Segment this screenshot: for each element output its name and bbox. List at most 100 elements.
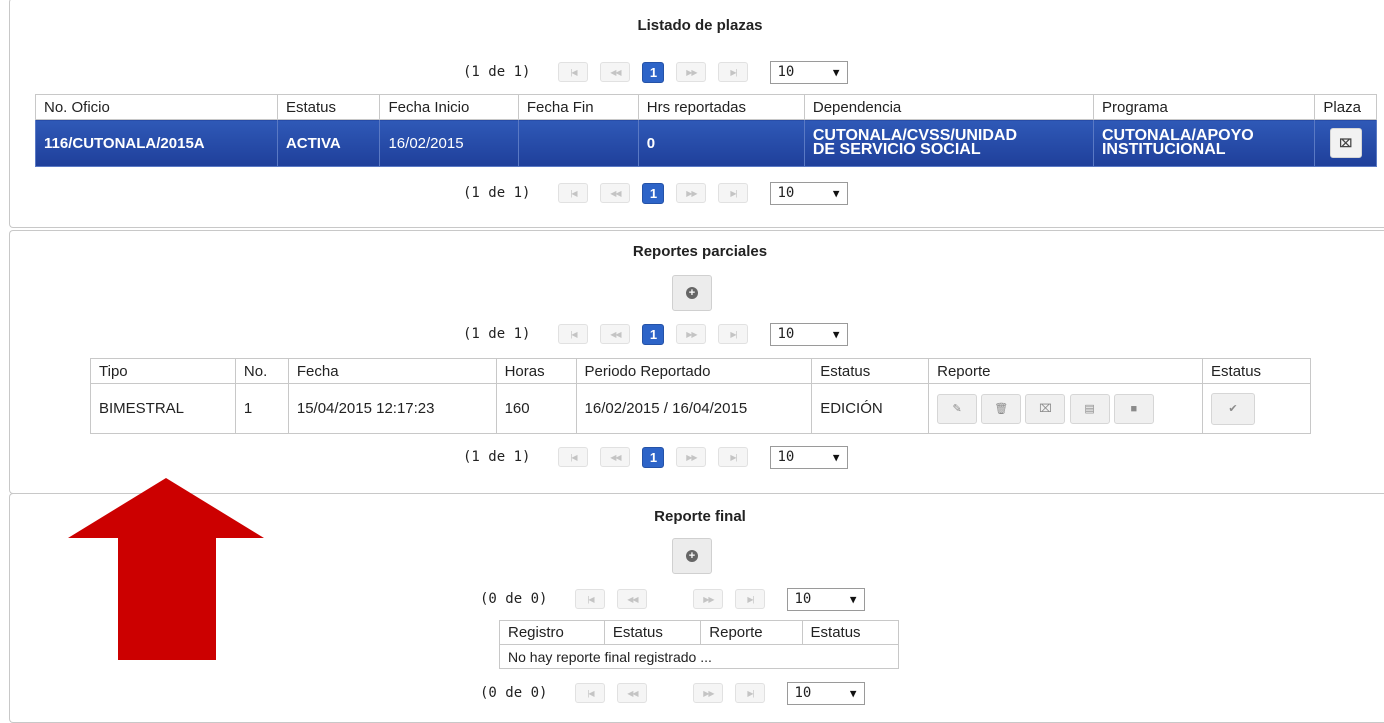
final-table: Registro Estatus Reporte Estatus No hay …: [499, 620, 900, 669]
chevron-down-icon: ▼: [832, 327, 840, 341]
final-paginator-top: (0 de 0) |◀ ◀◀ ▶▶ ▶| 10 ▼: [480, 587, 866, 611]
prev-page-button[interactable]: ◀◀: [600, 62, 631, 82]
add-final-button[interactable]: +: [672, 538, 712, 574]
cell-tipo: BIMESTRAL: [90, 383, 236, 434]
cell-no: 1: [234, 383, 289, 434]
rows-per-page-select[interactable]: 10 ▼: [787, 587, 866, 611]
col-fecha-fin[interactable]: Fecha Fin: [517, 94, 639, 120]
col-programa[interactable]: Programa: [1092, 94, 1316, 120]
check-icon: ✔: [1228, 403, 1238, 415]
floppy-icon: ■: [1130, 402, 1138, 415]
col-plaza[interactable]: Plaza: [1314, 94, 1377, 120]
page-count: (0 de 0): [480, 591, 548, 607]
view-report-button[interactable]: ⌧: [1025, 393, 1066, 424]
cell-estatus: EDICIÓN: [811, 383, 930, 434]
parciales-table: Tipo No. Fecha Horas Periodo Reportado E…: [90, 358, 1311, 434]
prev-page-button[interactable]: ◀◀: [617, 589, 648, 609]
comment-button[interactable]: ▤: [1069, 393, 1110, 424]
col-no[interactable]: No.: [234, 358, 289, 384]
ticket-icon: ⌧: [1039, 403, 1052, 415]
col-registro[interactable]: Registro: [499, 620, 605, 645]
page-count: (1 de 1): [463, 64, 531, 80]
col-reporte[interactable]: Reporte: [928, 358, 1204, 384]
empty-row: No hay reporte final registrado ...: [499, 644, 899, 669]
col-fecha[interactable]: Fecha: [287, 358, 497, 384]
prev-page-button[interactable]: ◀◀: [600, 324, 631, 344]
cell-estatus: ACTIVA: [276, 119, 381, 167]
prev-page-button[interactable]: ◀◀: [600, 447, 631, 467]
last-page-button[interactable]: ▶|: [735, 589, 766, 609]
cell-fecha-fin: [517, 119, 639, 167]
col-estatus-2[interactable]: Estatus: [801, 620, 900, 645]
first-page-button[interactable]: |◀: [558, 324, 589, 344]
page-count: (1 de 1): [463, 185, 531, 201]
col-reporte[interactable]: Reporte: [700, 620, 803, 645]
col-estatus-2[interactable]: Estatus: [1202, 358, 1311, 384]
first-page-button[interactable]: |◀: [558, 183, 589, 203]
next-page-button[interactable]: ▶▶: [693, 683, 724, 703]
plazas-paginator-bottom: (1 de 1) |◀ ◀◀ 1 ▶▶ ▶| 10 ▼: [463, 181, 849, 205]
trash-icon: 🗑: [994, 403, 1009, 415]
edit-button[interactable]: ✎: [937, 393, 978, 424]
last-page-button[interactable]: ▶|: [718, 324, 749, 344]
plazas-paginator-top: (1 de 1) |◀ ◀◀ 1 ▶▶ ▶| 10 ▼: [463, 60, 849, 84]
next-page-button[interactable]: ▶▶: [676, 324, 707, 344]
rows-per-page-select[interactable]: 10 ▼: [770, 60, 849, 84]
col-tipo[interactable]: Tipo: [90, 358, 236, 384]
last-page-button[interactable]: ▶|: [718, 62, 749, 82]
programa-line-2: INSTITUCIONAL: [1101, 141, 1226, 158]
rows-per-page-select[interactable]: 10 ▼: [770, 445, 849, 469]
page-count: (0 de 0): [480, 685, 548, 701]
prev-page-button[interactable]: ◀◀: [617, 683, 648, 703]
next-page-button[interactable]: ▶▶: [676, 183, 707, 203]
page-1-button[interactable]: 1: [642, 182, 665, 204]
dependencia-line-2: DE SERVICIO SOCIAL: [812, 141, 981, 158]
table-row[interactable]: 116/CUTONALA/2015A ACTIVA 16/02/2015 0 C…: [35, 119, 1377, 167]
plazas-panel: Listado de plazas (1 de 1) |◀ ◀◀ 1 ▶▶ ▶|…: [9, 0, 1384, 228]
last-page-button[interactable]: ▶|: [735, 683, 766, 703]
pencil-icon: ✎: [952, 403, 962, 415]
first-page-button[interactable]: |◀: [575, 683, 606, 703]
page-1-button[interactable]: 1: [642, 446, 665, 468]
col-estatus[interactable]: Estatus: [276, 94, 381, 120]
delete-button[interactable]: 🗑: [981, 393, 1022, 424]
chevron-down-icon: ▼: [849, 592, 857, 606]
page-1-button[interactable]: 1: [642, 61, 665, 83]
first-page-button[interactable]: |◀: [575, 589, 606, 609]
plazas-table: No. Oficio Estatus Fecha Inicio Fecha Fi…: [35, 94, 1377, 167]
add-parcial-button[interactable]: +: [672, 275, 712, 311]
chevron-down-icon: ▼: [832, 186, 840, 200]
rows-per-page-select[interactable]: 10 ▼: [770, 181, 849, 205]
col-periodo[interactable]: Periodo Reportado: [575, 358, 813, 384]
ticket-icon: ⌧: [1339, 137, 1353, 150]
col-estatus[interactable]: Estatus: [603, 620, 702, 645]
chevron-down-icon: ▼: [832, 65, 840, 79]
page-1-button[interactable]: 1: [642, 323, 665, 345]
rows-per-page-select[interactable]: 10 ▼: [770, 322, 849, 346]
table-row[interactable]: BIMESTRAL 1 15/04/2015 12:17:23 160 16/0…: [90, 383, 1311, 434]
next-page-button[interactable]: ▶▶: [693, 589, 724, 609]
view-plaza-button[interactable]: ⌧: [1329, 128, 1362, 158]
col-horas[interactable]: Horas: [495, 358, 577, 384]
col-fecha-inicio[interactable]: Fecha Inicio: [379, 94, 519, 120]
cell-horas: 160: [495, 383, 577, 434]
approve-button[interactable]: ✔: [1211, 392, 1256, 425]
next-page-button[interactable]: ▶▶: [676, 447, 707, 467]
col-dependencia[interactable]: Dependencia: [803, 94, 1094, 120]
first-page-button[interactable]: |◀: [558, 62, 589, 82]
next-page-button[interactable]: ▶▶: [676, 62, 707, 82]
col-oficio[interactable]: No. Oficio: [35, 94, 278, 120]
plus-icon: +: [686, 287, 698, 299]
col-hrs[interactable]: Hrs reportadas: [637, 94, 805, 120]
prev-page-button[interactable]: ◀◀: [600, 183, 631, 203]
empty-message: No hay reporte final registrado ...: [499, 644, 899, 669]
parciales-title: Reportes parciales: [632, 243, 768, 260]
col-estatus[interactable]: Estatus: [811, 358, 930, 384]
last-page-button[interactable]: ▶|: [718, 447, 749, 467]
first-page-button[interactable]: |◀: [558, 447, 589, 467]
save-button[interactable]: ■: [1113, 393, 1154, 424]
rows-per-page-select[interactable]: 10 ▼: [787, 681, 866, 705]
last-page-button[interactable]: ▶|: [718, 183, 749, 203]
cell-periodo: 16/02/2015 / 16/04/2015: [575, 383, 813, 434]
parciales-paginator-top: (1 de 1) |◀ ◀◀ 1 ▶▶ ▶| 10 ▼: [463, 322, 849, 346]
